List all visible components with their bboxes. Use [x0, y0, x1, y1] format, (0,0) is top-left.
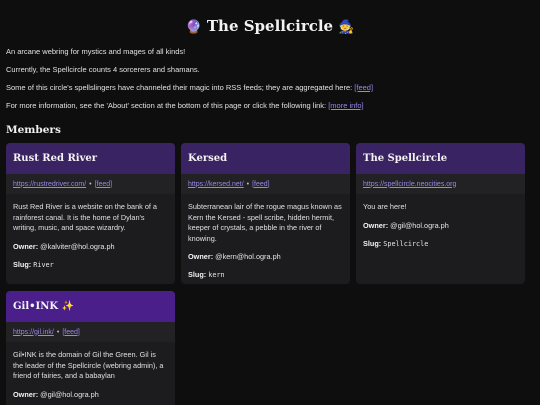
page: 🔮 The Spellcircle 🧙 An arcane webring fo… [6, 0, 534, 405]
member-links: https://spellcircle.neocities.org [356, 174, 525, 194]
intro-line-4: For more information, see the 'About' se… [6, 101, 534, 111]
member-feed-link[interactable]: [feed] [95, 181, 113, 188]
owner-handle: @gil@hol.ogra.ph [390, 220, 449, 230]
member-name: The Spellcircle [356, 143, 525, 174]
slug-label: Slug: [13, 259, 32, 269]
link-separator: • [56, 328, 60, 336]
member-url-link[interactable]: https://gil.ink/ [13, 329, 54, 336]
member-slug: Slug: River [13, 260, 168, 270]
aggregated-feed-link[interactable]: [feed] [354, 83, 373, 92]
slug-value: kern [208, 271, 225, 279]
member-links: https://gil.ink/ • [feed] [6, 322, 175, 342]
crystal-ball-icon: 🔮 [185, 20, 202, 35]
member-feed-link[interactable]: [feed] [252, 181, 270, 188]
member-card-gil-ink: Gil•INK ✨ https://gil.ink/ • [feed] Gil•… [6, 291, 175, 405]
intro: An arcane webring for mystics and mages … [6, 47, 534, 111]
member-url-link[interactable]: https://kersed.net/ [188, 181, 244, 188]
member-body: Rust Red River is a website on the bank … [6, 194, 175, 278]
member-card-kersed: Kersed https://kersed.net/ • [feed] Subt… [181, 143, 350, 284]
owner-label: Owner: [188, 252, 214, 261]
owner-handle: @kalviter@hol.ogra.ph [40, 241, 115, 251]
owner-label: Owner: [13, 241, 39, 251]
member-links: https://rustredriver.com/ • [feed] [6, 174, 175, 194]
member-owner: Owner: @gil@hol.ogra.ph [13, 390, 168, 400]
slug-value: Spellcircle [383, 239, 429, 248]
intro-line-3: Some of this circle's spellslingers have… [6, 83, 534, 93]
owner-label: Owner: [13, 389, 39, 399]
intro-feed-text: Some of this circle's spellslingers have… [6, 83, 355, 92]
intro-info-text: For more information, see the 'About' se… [6, 101, 329, 110]
member-name: Rust Red River [6, 143, 175, 174]
slug-label: Slug: [363, 238, 382, 248]
link-separator: • [89, 180, 92, 188]
member-description: Subterranean lair of the rogue magus kno… [188, 202, 342, 243]
link-separator: • [246, 180, 250, 188]
member-url-link[interactable]: https://spellcircle.neocities.org [363, 181, 456, 188]
member-body: You are here! Owner: @gil@hol.ogra.ph Sl… [356, 194, 525, 257]
site-title: 🔮 The Spellcircle 🧙 [6, 16, 534, 36]
member-description: Gil•INK is the domain of Gil the Green. … [13, 350, 164, 380]
member-owner: Owner: @gil@hol.ogra.ph [363, 221, 518, 231]
member-name: Gil•INK ✨ [6, 291, 175, 322]
owner-label: Owner: [363, 220, 389, 230]
member-url-link[interactable]: https://rustredriver.com/ [13, 181, 86, 188]
owner-handle: @kern@hol.ogra.ph [215, 252, 281, 261]
members-heading: Members [6, 124, 61, 136]
intro-line-1: An arcane webring for mystics and mages … [6, 47, 186, 56]
member-body: Subterranean lair of the rogue magus kno… [181, 194, 350, 284]
site-title-text: The Spellcircle [206, 17, 334, 35]
mage-icon: 🧙 [338, 20, 355, 35]
member-name: Kersed [181, 143, 350, 174]
owner-handle: @gil@hol.ogra.ph [40, 389, 99, 399]
slug-label: Slug: [188, 270, 207, 279]
slug-value: River [33, 260, 54, 269]
member-links: https://kersed.net/ • [feed] [181, 174, 350, 194]
member-owner: Owner: @kern@hol.ogra.ph [188, 252, 343, 262]
member-feed-link[interactable]: [feed] [62, 329, 80, 336]
member-description: You are here! [363, 202, 407, 211]
more-info-link[interactable]: [more info] [328, 101, 363, 110]
member-card-the-spellcircle: The Spellcircle https://spellcircle.neoc… [356, 143, 525, 284]
member-slug: Slug: kern [188, 270, 343, 280]
intro-line-2: Currently, the Spellcircle counts 4 sorc… [6, 65, 200, 74]
member-description: Rust Red River is a website on the bank … [13, 202, 157, 232]
member-slug: Slug: Spellcircle [363, 239, 518, 249]
member-card-rust-red-river: Rust Red River https://rustredriver.com/… [6, 143, 175, 284]
member-body: Gil•INK is the domain of Gil the Green. … [6, 342, 175, 405]
member-owner: Owner: @kalviter@hol.ogra.ph [13, 242, 168, 252]
